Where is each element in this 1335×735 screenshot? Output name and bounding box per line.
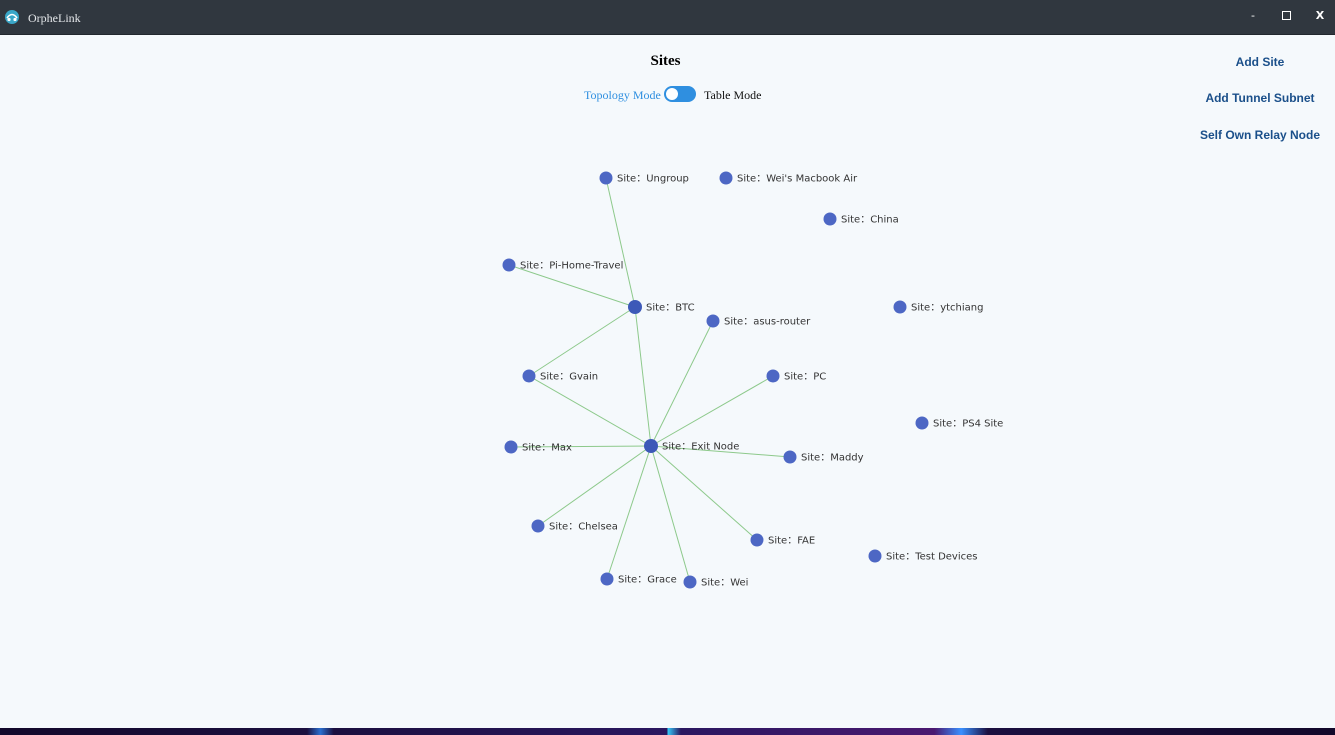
site-node-label: Site：Pi-Home-Travel	[520, 261, 623, 272]
add-tunnel-subnet-button[interactable]: Add Tunnel Subnet	[1185, 91, 1335, 105]
site-node-label: Site：ytchiang	[911, 303, 983, 314]
site-node-maddy[interactable]	[783, 450, 797, 464]
site-node-label: Site：Chelsea	[549, 522, 618, 533]
site-node-wei[interactable]	[683, 575, 697, 589]
site-node-gvain[interactable]	[522, 369, 536, 383]
maximize-icon	[1281, 10, 1291, 20]
topology-mode-label[interactable]: Topology Mode	[584, 88, 661, 103]
site-node-label: Site：PS4 Site	[933, 419, 1003, 430]
minimize-button[interactable]: -	[1239, 6, 1267, 26]
topology-link-grace-exit	[606, 445, 652, 580]
maximize-button[interactable]	[1272, 6, 1300, 26]
topology-link-btc-exit	[634, 306, 652, 447]
site-node-label: Site：Max	[522, 443, 572, 454]
site-node-label: Site：BTC	[646, 303, 695, 314]
site-node-ungroup[interactable]	[599, 171, 613, 185]
topology-graph[interactable]: Site：Ungroup Site：Wei's Macbook Air Site：C…	[0, 0, 1335, 728]
site-node-pc[interactable]	[766, 369, 780, 383]
site-node-label: Site：Wei's Macbook Air	[737, 174, 858, 185]
site-node-label: Site：asus-router	[724, 317, 811, 328]
site-node-exit[interactable]	[644, 439, 658, 453]
title-bar[interactable]: OrpheLink - X	[0, 0, 1335, 35]
site-node-max[interactable]	[504, 440, 518, 454]
site-node-label: Site：China	[841, 215, 899, 226]
site-node-label: Site：Test Devices	[886, 552, 977, 563]
site-node-chelsea[interactable]	[531, 519, 545, 533]
site-node-label: Site：FAE	[768, 536, 815, 547]
site-node-label: Site：Gvain	[540, 372, 598, 383]
topology-link-ungroup-btc	[605, 177, 636, 308]
site-node-btc[interactable]	[628, 300, 642, 314]
orphelink-logo-icon	[5, 10, 19, 24]
site-node-ytchiang[interactable]	[893, 300, 907, 314]
app-window: OrpheLink - X Sites Topology Mode Table …	[0, 0, 1335, 728]
site-node-label: Site：Wei	[701, 578, 748, 589]
site-node-china[interactable]	[823, 212, 837, 226]
app-title: OrpheLink	[28, 11, 81, 25]
topology-link-btc-gvain	[528, 306, 636, 377]
site-node-ps4[interactable]	[915, 416, 929, 430]
site-node-label: Site：Grace	[618, 575, 677, 586]
table-mode-label[interactable]: Table Mode	[704, 88, 761, 103]
site-node-label: Site：Ungroup	[617, 174, 689, 185]
view-mode-switch: Topology Mode Table Mode	[560, 85, 780, 105]
close-button[interactable]: X	[1306, 6, 1334, 26]
site-node-test[interactable]	[868, 549, 882, 563]
topology-link-gvain-exit	[528, 375, 652, 447]
site-node-pihome[interactable]	[502, 258, 516, 272]
add-site-button[interactable]: Add Site	[1185, 55, 1335, 69]
topology-link-pc-exit	[650, 375, 774, 447]
site-node-fae[interactable]	[750, 533, 764, 547]
topology-link-asus-exit	[650, 320, 714, 447]
site-node-grace[interactable]	[600, 572, 614, 586]
site-node-label: Site：Exit Node	[662, 442, 739, 453]
topology-link-wei-exit	[650, 445, 691, 583]
site-node-macbook[interactable]	[719, 171, 733, 185]
topology-link-chelsea-exit	[537, 445, 652, 527]
desktop-background	[0, 728, 1335, 735]
site-node-asus[interactable]	[706, 314, 720, 328]
self-own-relay-node-button[interactable]: Self Own Relay Node	[1185, 128, 1335, 142]
mode-toggle[interactable]	[664, 86, 696, 102]
toggle-knob	[666, 88, 678, 100]
page-title: Sites	[650, 53, 681, 69]
topology-link-fae-exit	[650, 445, 758, 541]
site-node-label: Site：PC	[784, 372, 826, 383]
site-node-label: Site：Maddy	[801, 453, 864, 464]
